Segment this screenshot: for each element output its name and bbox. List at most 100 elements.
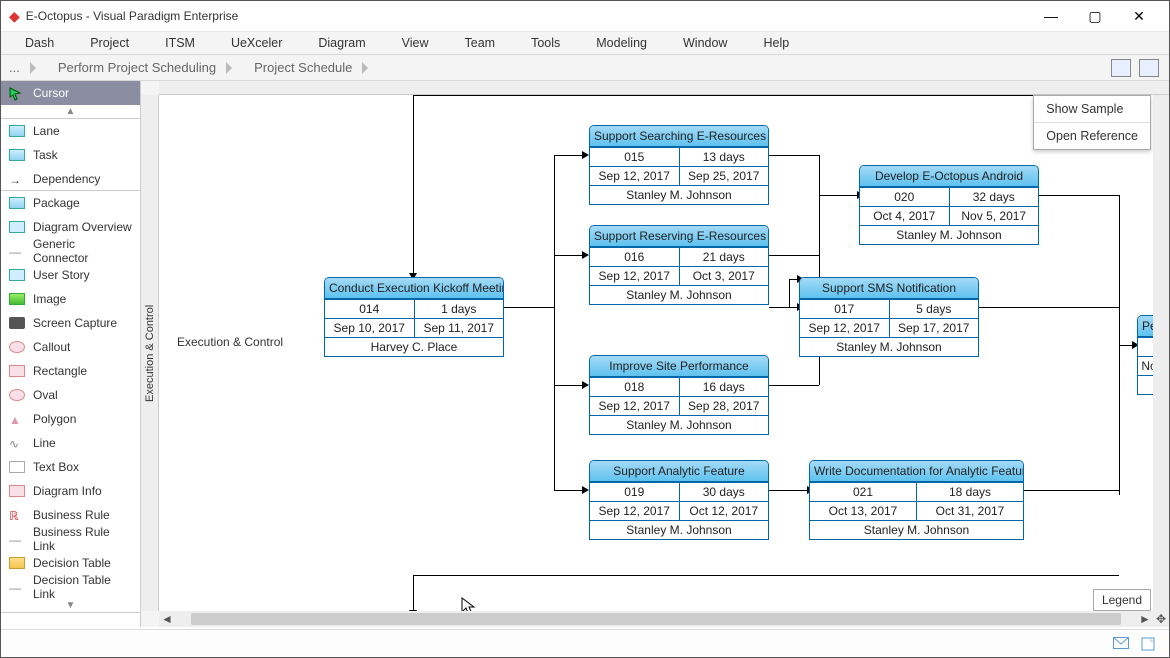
toolbar-icon-2[interactable] [1139,59,1159,77]
task-021[interactable]: Write Documentation for Analytic Feature… [809,460,1024,540]
task-017[interactable]: Support SMS Notification 0175 days Sep 1… [799,277,979,357]
menu-window[interactable]: Window [665,36,745,50]
palette-business-rule-link[interactable]: — Business Rule Link [1,527,140,551]
task-014[interactable]: Conduct Execution Kickoff Meeting 0141 d… [324,277,504,357]
menu-help[interactable]: Help [745,36,807,50]
connector-icon: — [9,245,25,257]
overview-icon [9,221,25,233]
palette-lane[interactable]: Lane [1,119,140,143]
menu-itsm[interactable]: ITSM [147,36,213,50]
collapse-up-icon[interactable]: ▲ [1,105,140,119]
task-owner: Stanley M. Johnson [860,226,1038,244]
menu-diagram[interactable]: Diagram [300,36,383,50]
task-start: Sep 10, 2017 [325,319,414,337]
maximize-button[interactable]: ▢ [1073,1,1117,31]
palette-label: User Story [33,268,90,282]
menu-view[interactable]: View [384,36,447,50]
palette-label: Package [33,196,80,210]
menu-tools[interactable]: Tools [513,36,578,50]
palette-label: Text Box [33,460,79,474]
task-owner: Stanley M. Johnson [590,186,768,204]
pan-icon[interactable]: ✥ [1153,611,1169,627]
palette-label: Diagram Info [33,484,102,498]
task-018[interactable]: Improve Site Performance 01816 days Sep … [589,355,769,435]
breadcrumb-root[interactable]: ... [5,60,26,75]
palette-business-rule[interactable]: ℝBusiness Rule [1,503,140,527]
task-019[interactable]: Support Analytic Feature 01930 days Sep … [589,460,769,540]
popup-open-reference[interactable]: Open Reference [1034,123,1150,149]
palette-label: Cursor [33,86,69,100]
chevron-right-icon [226,62,232,74]
palette-rectangle[interactable]: Rectangle [1,359,140,383]
palette-dependency[interactable]: →Dependency [1,167,140,191]
close-button[interactable]: ✕ [1117,1,1161,31]
palette-text-box[interactable]: Text Box [1,455,140,479]
task-start: Sep 12, 2017 [590,267,679,285]
app-logo-icon: ◆ [9,8,20,25]
palette-label: Diagram Overview [33,220,132,234]
scrollbar-vertical[interactable] [1153,95,1169,611]
task-020[interactable]: Develop E-Octopus Android 02032 days Oct… [859,165,1039,245]
palette-label: Oval [33,388,58,402]
menu-modeling[interactable]: Modeling [578,36,665,50]
ruler-horizontal [159,81,1169,95]
menu-uexceler[interactable]: UeXceler [213,36,300,50]
mail-icon[interactable] [1113,637,1129,651]
palette-callout[interactable]: Callout [1,335,140,359]
toolbar-icon-1[interactable] [1111,59,1131,77]
menu-project[interactable]: Project [72,36,147,50]
palette-polygon[interactable]: ▲Polygon [1,407,140,431]
palette-label: Business Rule [33,508,110,522]
palette-label: Business Rule Link [33,525,132,553]
palette-decision-table-link[interactable]: —Decision Table Link [1,575,140,599]
palette-line[interactable]: ∿Line [1,431,140,455]
palette-diagram-overview[interactable]: Diagram Overview [1,215,140,239]
palette-generic-connector[interactable]: —Generic Connector [1,239,140,263]
breadcrumb-item-a[interactable]: Perform Project Scheduling [40,60,222,75]
menu-dash[interactable]: Dash [7,36,72,50]
popup-show-sample[interactable]: Show Sample [1034,96,1150,123]
diagram-canvas[interactable]: Execution & Control [159,95,1169,611]
image-icon [9,293,25,305]
palette-user-story[interactable]: User Story [1,263,140,287]
status-bar [1,629,1169,657]
menu-team[interactable]: Team [447,36,514,50]
palette-label: Rectangle [33,364,87,378]
task-duration: 5 days [889,300,979,318]
breadcrumb-item-b[interactable]: Project Schedule [236,60,358,75]
palette-task[interactable]: Task [1,143,140,167]
palette-screen-capture[interactable]: Screen Capture [1,311,140,335]
task-owner: Harvey C. Place [325,338,503,356]
task-end: Oct 3, 2017 [679,267,769,285]
palette-decision-table[interactable]: Decision Table [1,551,140,575]
task-duration: 21 days [679,248,769,266]
scrollbar-horizontal[interactable]: ◄► [159,611,1153,627]
camera-icon [9,317,25,329]
palette-image[interactable]: Image [1,287,140,311]
task-end: Sep 11, 2017 [414,319,504,337]
note-icon[interactable] [1141,637,1157,651]
collapse-down-icon[interactable]: ▼ [1,599,140,613]
chevron-right-icon [362,62,368,74]
textbox-icon [9,461,25,473]
polygon-icon: ▲ [9,413,25,425]
rulelink-icon: — [9,533,25,545]
task-id: 017 [800,300,889,318]
task-duration: 1 days [414,300,504,318]
task-end: Nov 5, 2017 [949,207,1039,225]
task-end: Oct 31, 2017 [916,502,1023,520]
task-016[interactable]: Support Reserving E-Resources 01621 days… [589,225,769,305]
tool-palette: Cursor ▲ Lane Task →Dependency Package D… [1,81,141,627]
palette-package[interactable]: Package [1,191,140,215]
minimize-button[interactable]: — [1029,1,1073,31]
task-start: Oct 13, 2017 [810,502,916,520]
palette-cursor[interactable]: Cursor [1,81,140,105]
breadcrumb-bar: ... Perform Project Scheduling Project S… [1,55,1169,81]
callout-icon [9,341,25,353]
task-015[interactable]: Support Searching E-Resources 01513 days… [589,125,769,205]
palette-diagram-info[interactable]: Diagram Info [1,479,140,503]
line-icon: ∿ [9,437,25,449]
palette-oval[interactable]: Oval [1,383,140,407]
palette-label: Decision Table Link [33,573,132,601]
legend-toggle[interactable]: Legend [1093,589,1151,611]
